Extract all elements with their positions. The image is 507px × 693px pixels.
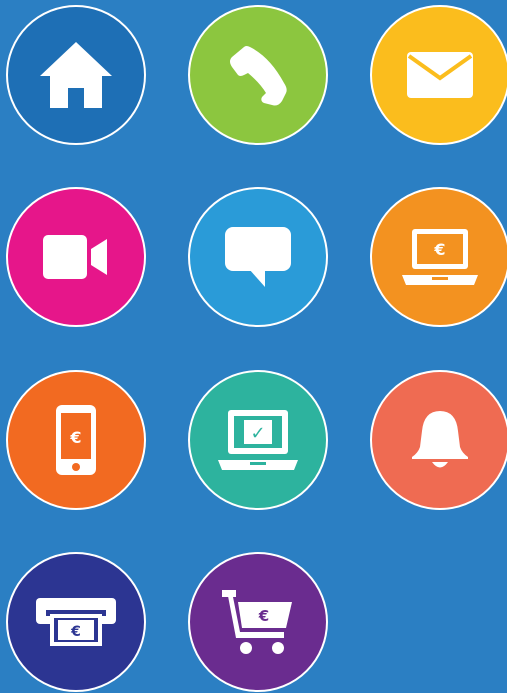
phone-tile[interactable] bbox=[188, 5, 328, 145]
svg-text:€: € bbox=[70, 624, 81, 640]
smartphone-euro-icon: € bbox=[56, 405, 96, 475]
atm-euro-icon: € bbox=[36, 598, 116, 646]
smartphone-euro-tile[interactable]: € bbox=[6, 370, 146, 510]
video-tile[interactable] bbox=[6, 187, 146, 327]
atm-tile[interactable]: € bbox=[6, 552, 146, 692]
icon-grid: € € ✓ € € bbox=[0, 0, 507, 693]
home-icon bbox=[40, 42, 112, 108]
laptop-euro-tile[interactable]: € bbox=[370, 187, 507, 327]
svg-text:€: € bbox=[258, 607, 269, 625]
chat-tile[interactable] bbox=[188, 187, 328, 327]
svg-text:€: € bbox=[69, 428, 81, 447]
bell-icon bbox=[412, 411, 468, 468]
svg-text:✓: ✓ bbox=[250, 423, 265, 444]
video-camera-icon bbox=[43, 235, 107, 279]
laptop-check-icon: ✓ bbox=[218, 410, 298, 470]
envelope-icon bbox=[407, 52, 473, 98]
shopping-cart-euro-icon: € bbox=[222, 590, 292, 654]
phone-icon bbox=[230, 46, 287, 106]
svg-text:€: € bbox=[433, 240, 445, 259]
home-tile[interactable] bbox=[6, 5, 146, 145]
mail-tile[interactable] bbox=[370, 5, 507, 145]
cart-tile[interactable]: € bbox=[188, 552, 328, 692]
laptop-check-tile[interactable]: ✓ bbox=[188, 370, 328, 510]
laptop-euro-icon: € bbox=[402, 229, 478, 285]
chat-bubble-icon bbox=[225, 227, 291, 287]
bell-tile[interactable] bbox=[370, 370, 507, 510]
